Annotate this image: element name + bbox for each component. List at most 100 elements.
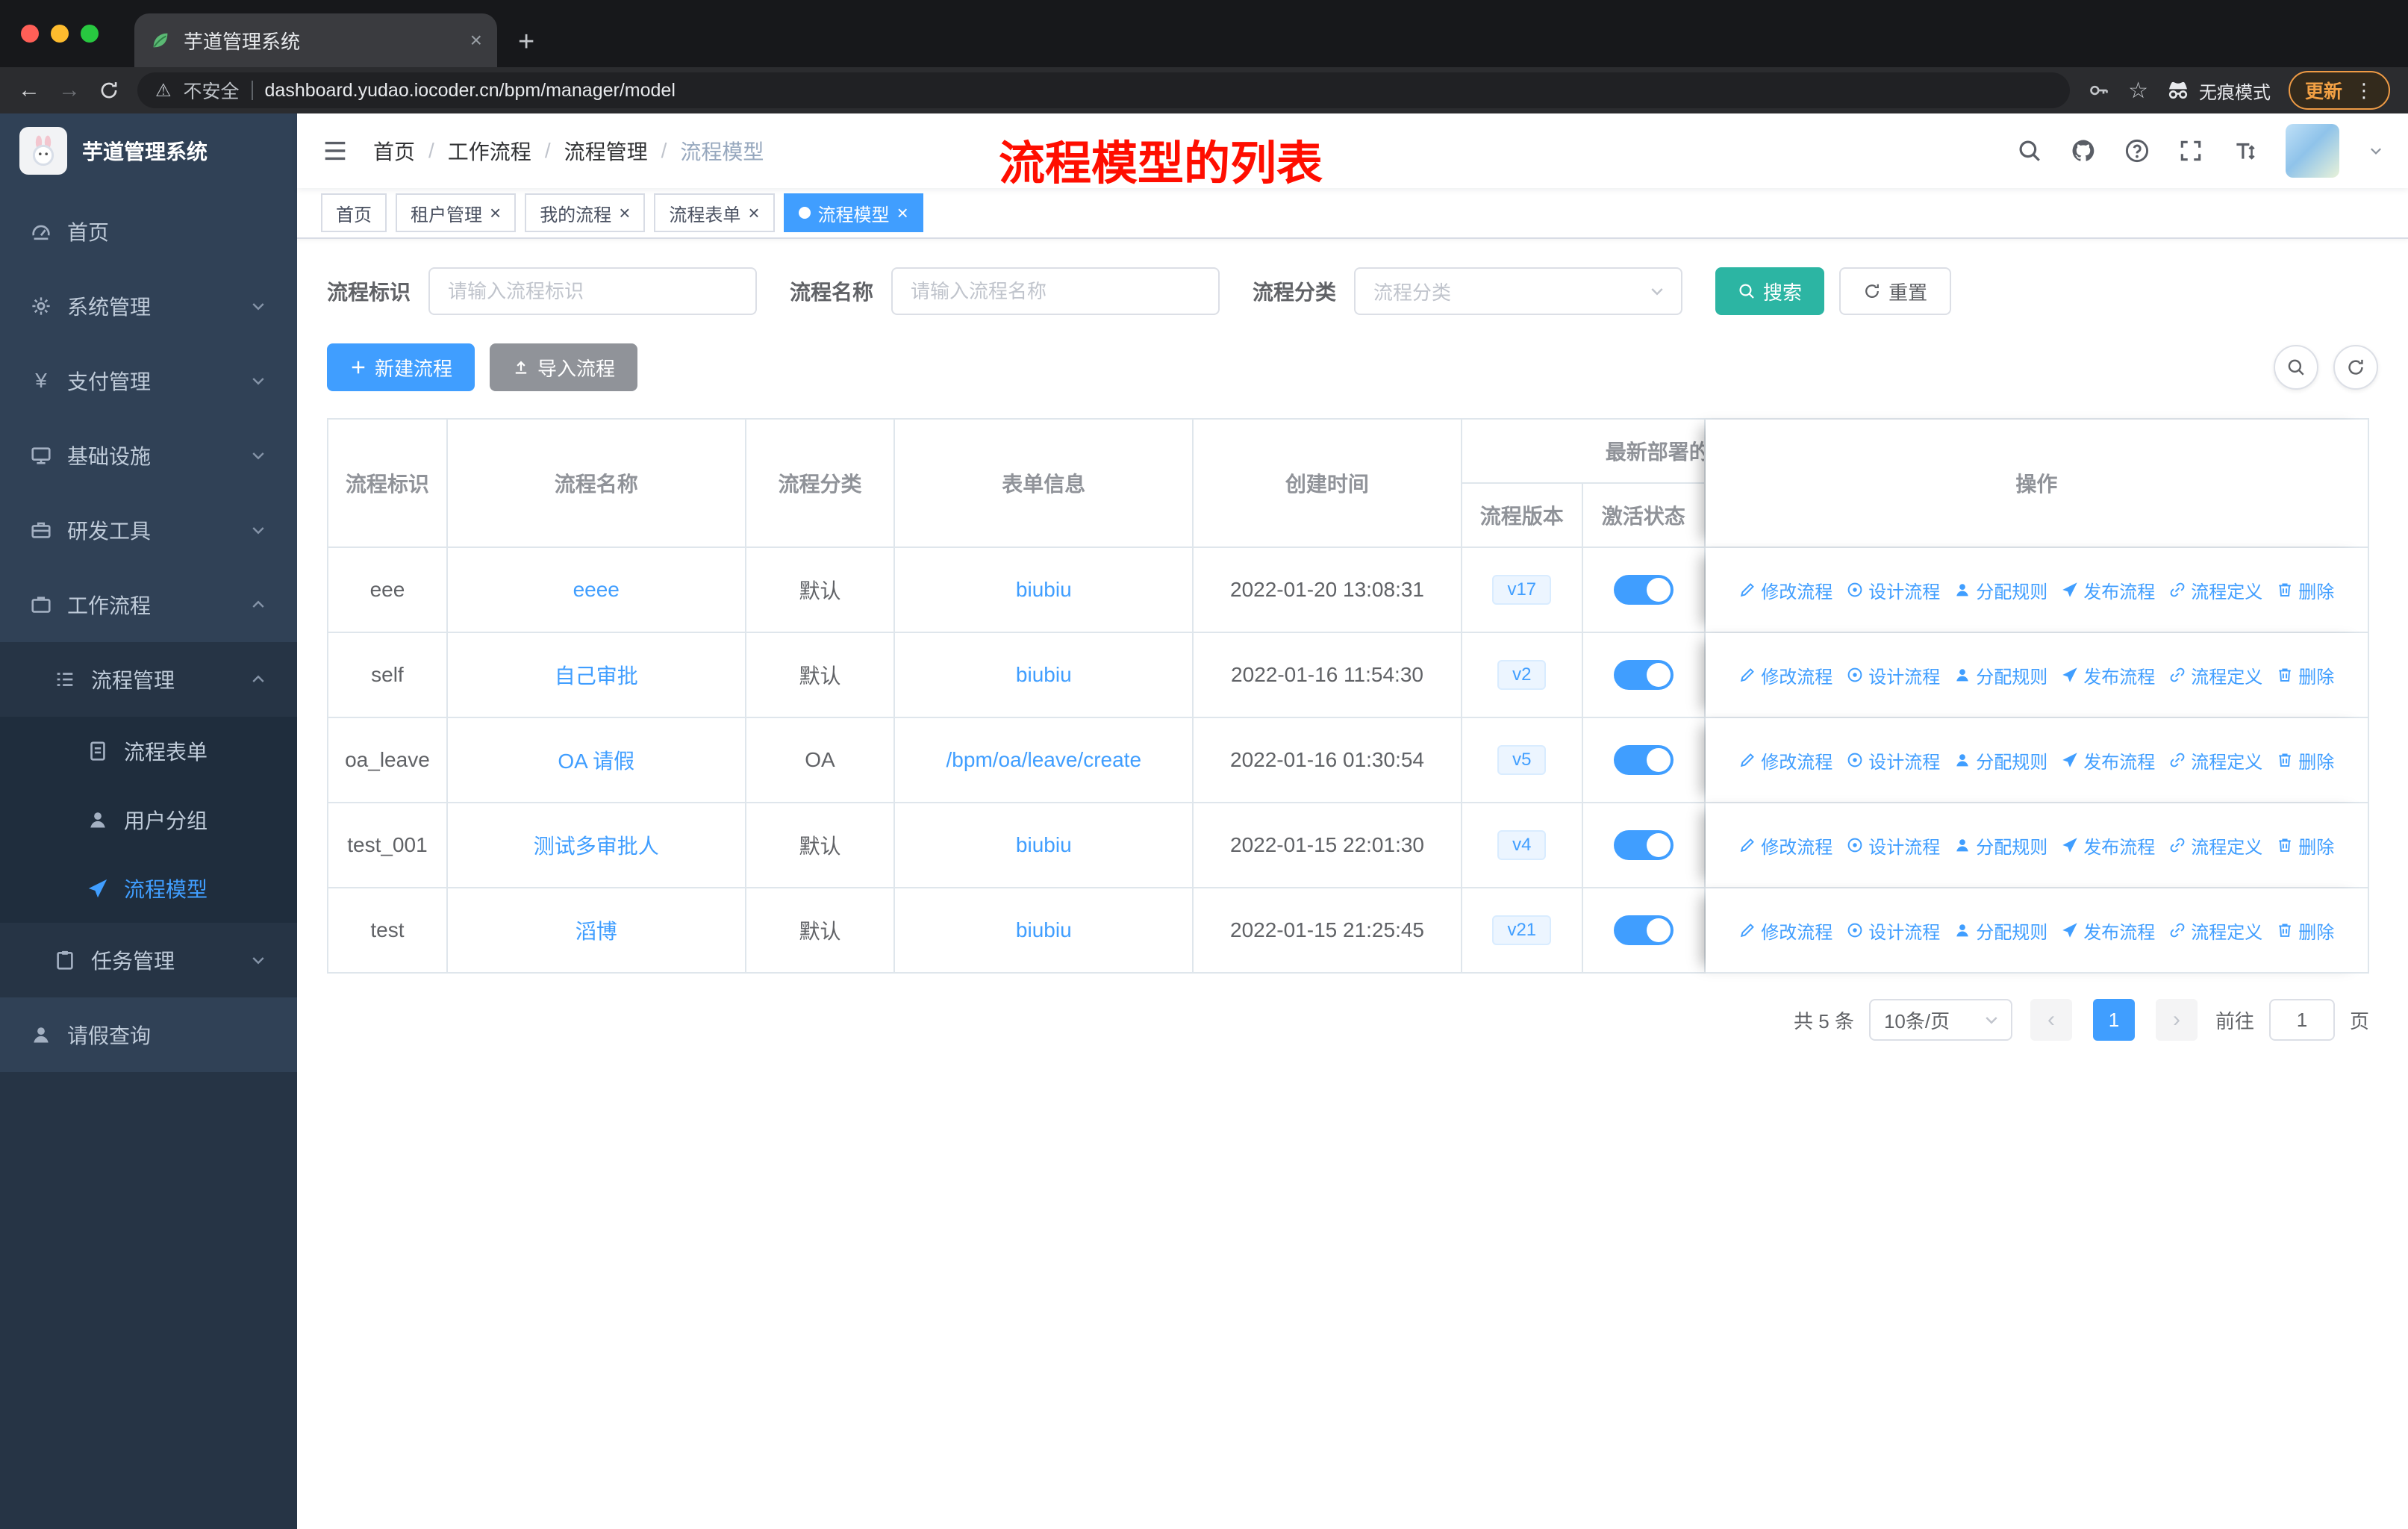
sidebar-item-leave-query[interactable]: 请假查询: [0, 997, 297, 1072]
prev-page-button[interactable]: ‹: [2030, 999, 2072, 1041]
tag-process-form[interactable]: 流程表单 ×: [654, 193, 775, 232]
sidebar-item-process-management[interactable]: 流程管理: [0, 642, 297, 717]
minimize-window-button[interactable]: [51, 25, 69, 43]
action-delete[interactable]: 删除: [2276, 918, 2334, 944]
form-info-link[interactable]: biubiu: [1016, 578, 1072, 602]
next-page-button[interactable]: ›: [2155, 999, 2198, 1041]
password-key-icon[interactable]: [2088, 79, 2110, 102]
active-toggle[interactable]: [1613, 915, 1674, 945]
action-publish[interactable]: 发布流程: [2061, 918, 2155, 944]
breadcrumb-item-workflow[interactable]: 工作流程: [448, 136, 531, 166]
close-icon[interactable]: ×: [619, 203, 630, 222]
github-icon[interactable]: [2071, 138, 2096, 164]
sidebar-item-infrastructure[interactable]: 基础设施: [0, 418, 297, 493]
help-icon[interactable]: [2124, 138, 2150, 164]
action-design[interactable]: 设计流程: [1846, 918, 1940, 944]
sidebar-item-system-management[interactable]: 系统管理: [0, 269, 297, 343]
action-definition[interactable]: 流程定义: [2168, 662, 2262, 688]
action-definition[interactable]: 流程定义: [2168, 832, 2262, 859]
refresh-table-button[interactable]: [2333, 345, 2378, 390]
tag-tenant-management[interactable]: 租户管理 ×: [396, 193, 517, 232]
current-page-button[interactable]: 1: [2092, 999, 2135, 1041]
action-modify[interactable]: 修改流程: [1738, 577, 1832, 603]
toggle-search-button[interactable]: [2274, 345, 2318, 390]
action-modify[interactable]: 修改流程: [1738, 832, 1832, 859]
search-button[interactable]: 搜索: [1715, 267, 1825, 315]
action-assign-rules[interactable]: 分配规则: [1953, 662, 2047, 688]
process-key-input[interactable]: [428, 267, 758, 315]
action-modify[interactable]: 修改流程: [1738, 747, 1832, 773]
import-process-button[interactable]: 导入流程: [490, 343, 638, 391]
active-toggle[interactable]: [1613, 830, 1674, 860]
browser-tab[interactable]: 芋道管理系统 ×: [134, 13, 497, 67]
search-icon[interactable]: [2017, 138, 2042, 164]
fullscreen-icon[interactable]: [2178, 138, 2203, 164]
process-name-link[interactable]: OA 请假: [558, 745, 634, 775]
address-bar[interactable]: ⚠ 不安全 dashboard.yudao.iocoder.cn/bpm/man…: [137, 72, 2071, 108]
action-assign-rules[interactable]: 分配规则: [1953, 918, 2047, 944]
process-name-link[interactable]: 滔博: [576, 915, 617, 945]
form-info-link[interactable]: /bpm/oa/leave/create: [946, 748, 1142, 772]
close-icon[interactable]: ×: [490, 203, 501, 222]
action-assign-rules[interactable]: 分配规则: [1953, 577, 2047, 603]
sidebar-item-dev-tools[interactable]: 研发工具: [0, 493, 297, 567]
action-publish[interactable]: 发布流程: [2061, 577, 2155, 603]
sidebar-item-home[interactable]: 首页: [0, 194, 297, 269]
version-badge[interactable]: v4: [1497, 830, 1547, 860]
tag-process-model[interactable]: 流程模型 ×: [783, 193, 923, 232]
category-select[interactable]: 流程分类: [1354, 267, 1683, 315]
form-info-link[interactable]: biubiu: [1016, 663, 1072, 687]
action-design[interactable]: 设计流程: [1846, 577, 1940, 603]
hamburger-icon[interactable]: [321, 137, 349, 165]
version-badge[interactable]: v17: [1492, 575, 1552, 605]
action-definition[interactable]: 流程定义: [2168, 577, 2262, 603]
process-name-input[interactable]: [891, 267, 1220, 315]
close-tab-icon[interactable]: ×: [470, 28, 482, 52]
action-modify[interactable]: 修改流程: [1738, 918, 1832, 944]
close-window-button[interactable]: [21, 25, 39, 43]
action-publish[interactable]: 发布流程: [2061, 662, 2155, 688]
goto-page-input[interactable]: [2268, 999, 2335, 1041]
version-badge[interactable]: v21: [1492, 915, 1552, 945]
action-definition[interactable]: 流程定义: [2168, 918, 2262, 944]
reload-button[interactable]: [99, 80, 119, 101]
tag-my-process[interactable]: 我的流程 ×: [525, 193, 646, 232]
version-badge[interactable]: v5: [1497, 745, 1547, 775]
action-publish[interactable]: 发布流程: [2061, 747, 2155, 773]
create-process-button[interactable]: 新建流程: [327, 343, 475, 391]
action-assign-rules[interactable]: 分配规则: [1953, 832, 2047, 859]
action-delete[interactable]: 删除: [2276, 577, 2334, 603]
bookmark-star-icon[interactable]: ☆: [2128, 78, 2148, 104]
close-icon[interactable]: ×: [897, 203, 908, 222]
sidebar-item-process-form[interactable]: 流程表单: [0, 717, 297, 785]
breadcrumb-item-process-management[interactable]: 流程管理: [564, 136, 648, 166]
sidebar-item-task-management[interactable]: 任务管理: [0, 923, 297, 997]
process-name-link[interactable]: 自己审批: [555, 660, 638, 690]
sidebar-item-process-model[interactable]: 流程模型: [0, 854, 297, 923]
font-size-icon[interactable]: [2232, 138, 2257, 164]
sidebar-item-payment-management[interactable]: ¥ 支付管理: [0, 343, 297, 418]
back-button[interactable]: ←: [18, 79, 40, 102]
action-publish[interactable]: 发布流程: [2061, 832, 2155, 859]
version-badge[interactable]: v2: [1497, 660, 1547, 690]
form-info-link[interactable]: biubiu: [1016, 833, 1072, 857]
avatar[interactable]: [2286, 124, 2339, 178]
sidebar-item-workflow[interactable]: 工作流程: [0, 567, 297, 642]
process-name-link[interactable]: 测试多审批人: [534, 830, 659, 860]
action-delete[interactable]: 删除: [2276, 832, 2334, 859]
update-menu-button[interactable]: 更新 ⋮: [2288, 71, 2390, 110]
action-design[interactable]: 设计流程: [1846, 832, 1940, 859]
action-delete[interactable]: 删除: [2276, 662, 2334, 688]
action-assign-rules[interactable]: 分配规则: [1953, 747, 2047, 773]
app-logo[interactable]: 芋道管理系统: [0, 113, 297, 188]
page-size-select[interactable]: 10条/页: [1868, 999, 2012, 1041]
breadcrumb-item-home[interactable]: 首页: [373, 136, 415, 166]
tag-home[interactable]: 首页: [321, 193, 387, 232]
action-design[interactable]: 设计流程: [1846, 662, 1940, 688]
forward-button[interactable]: →: [58, 79, 81, 102]
active-toggle[interactable]: [1613, 575, 1674, 605]
security-label[interactable]: 不安全: [184, 77, 240, 104]
maximize-window-button[interactable]: [81, 25, 99, 43]
url-text[interactable]: dashboard.yudao.iocoder.cn/bpm/manager/m…: [265, 80, 676, 102]
action-design[interactable]: 设计流程: [1846, 747, 1940, 773]
